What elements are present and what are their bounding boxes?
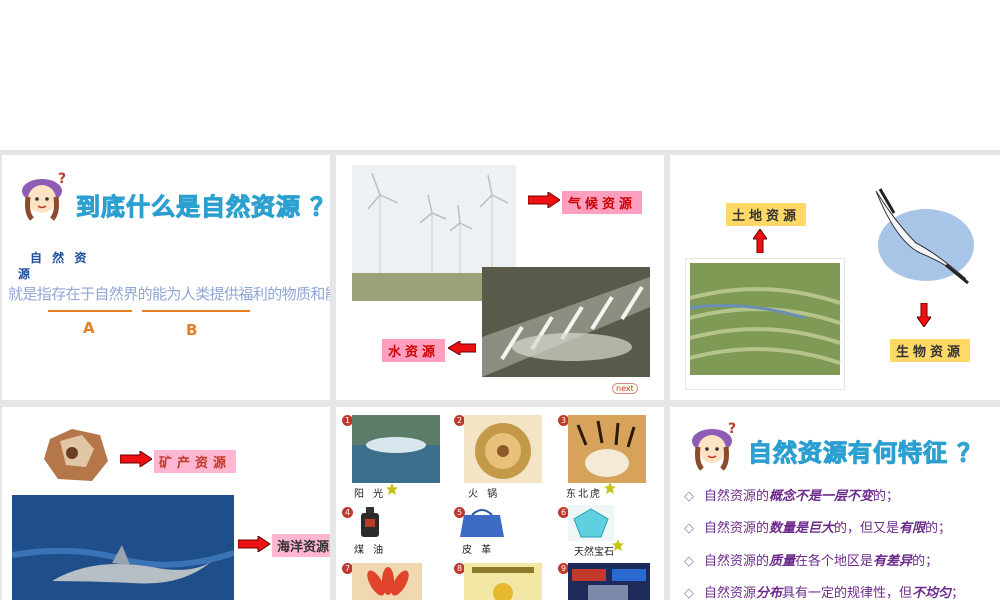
svg-text:?: ? xyxy=(728,421,736,437)
slide-3[interactable]: 土地资源 生物资源 xyxy=(670,155,1000,400)
seagull-photo xyxy=(866,183,976,293)
arrow-up-icon xyxy=(753,229,767,253)
diamond-bullet-icon: ◇ xyxy=(684,521,694,536)
feature-line-4: ◇ 自然资源分布具有一定的规律性，但不均匀； xyxy=(684,586,965,600)
climate-resource-label: 气候资源 xyxy=(562,191,643,214)
slide-2[interactable]: 气候资源 水资源 next xyxy=(336,155,664,400)
cartoon-girl-icon: ? xyxy=(692,421,736,471)
bio-resource-label: 生物资源 xyxy=(890,339,971,362)
item-caption: 东北虎 xyxy=(566,489,602,500)
dam-spillway-photo xyxy=(482,267,650,377)
diamond-bullet-icon: ◇ xyxy=(684,554,694,569)
leather-bag-photo xyxy=(460,509,504,537)
item-caption: 皮 革 xyxy=(462,545,495,556)
poster-photo xyxy=(464,563,542,600)
definition-text: 就是指存在于自然界的能为人类提供福利的物质和能量 xyxy=(8,285,330,303)
item-caption: 煤 油 xyxy=(354,545,387,556)
next-button[interactable]: next xyxy=(612,383,638,394)
item-number: 4 xyxy=(342,507,353,518)
cartoon-girl-icon: ? xyxy=(22,171,66,221)
hotpot-photo xyxy=(464,415,542,483)
arrow-right-icon xyxy=(120,451,152,467)
label-a: A xyxy=(83,319,95,337)
mineral-rock-photo xyxy=(44,429,108,481)
item-caption: 火 锅 xyxy=(468,489,501,500)
arrow-down-icon xyxy=(917,303,931,327)
svg-text:?: ? xyxy=(58,171,66,187)
slide-6-title: 自然资源有何特征 ？ xyxy=(747,439,983,468)
slide-4[interactable]: 矿产资源 海洋资源 xyxy=(2,407,330,600)
star-icon xyxy=(612,539,624,551)
star-icon xyxy=(386,483,398,495)
slide-6[interactable]: ? 自然资源有何特征 ？ ◇ 自然资源的概念不是一层不变的； ◇ 自然资源的数量是巨… xyxy=(670,407,1000,600)
slide-5[interactable]: 1 阳 光 2 火 锅 3 东北虎 4 煤 油 5 皮 革 6 天然宝石 7 8… xyxy=(336,407,664,600)
label-b: B xyxy=(186,321,198,339)
slide-1[interactable]: ? 到底什么是自然资源 ？ 自 然 资 源 就是指存在于自然界的能为人类提供福利… xyxy=(2,155,330,400)
flower-photo xyxy=(352,563,422,600)
ocean-resource-label: 海洋资源 xyxy=(272,534,330,557)
star-icon xyxy=(604,482,616,494)
water-resource-label: 水资源 xyxy=(382,339,446,362)
arrow-right-icon xyxy=(528,192,560,208)
feature-line-1: ◇ 自然资源的概念不是一层不变的； xyxy=(684,489,900,504)
diamond-bullet-icon: ◇ xyxy=(684,586,694,600)
diamond-bullet-icon: ◇ xyxy=(684,489,694,504)
item-caption: 阳 光 xyxy=(354,489,387,500)
slide-1-title: 到底什么是自然资源 ？ xyxy=(75,193,330,222)
land-resource-label: 土地资源 xyxy=(726,203,807,226)
sunlight-lake-photo xyxy=(352,415,440,483)
arrow-right-icon xyxy=(238,536,270,552)
gemstone-photo xyxy=(568,505,614,541)
mineral-resource-label: 矿产资源 xyxy=(154,450,237,473)
dolphin-photo xyxy=(12,495,234,600)
kerosene-bottle-photo xyxy=(361,507,379,537)
underline-b xyxy=(142,310,250,312)
underline-a xyxy=(48,310,132,312)
sports-poster-photo xyxy=(568,563,650,600)
term-line-2: 源 xyxy=(18,267,31,281)
feature-line-2: ◇ 自然资源的数量是巨大的，但又是有限的； xyxy=(684,521,952,536)
feature-line-3: ◇ 自然资源的质量在各个地区是有差异的； xyxy=(684,554,939,569)
siberian-tiger-photo xyxy=(568,415,646,483)
item-caption: 天然宝石 xyxy=(574,547,614,558)
arrow-left-icon xyxy=(448,341,476,355)
term-line-1: 自 然 资 xyxy=(30,251,90,265)
terraced-fields-photo xyxy=(685,258,845,390)
